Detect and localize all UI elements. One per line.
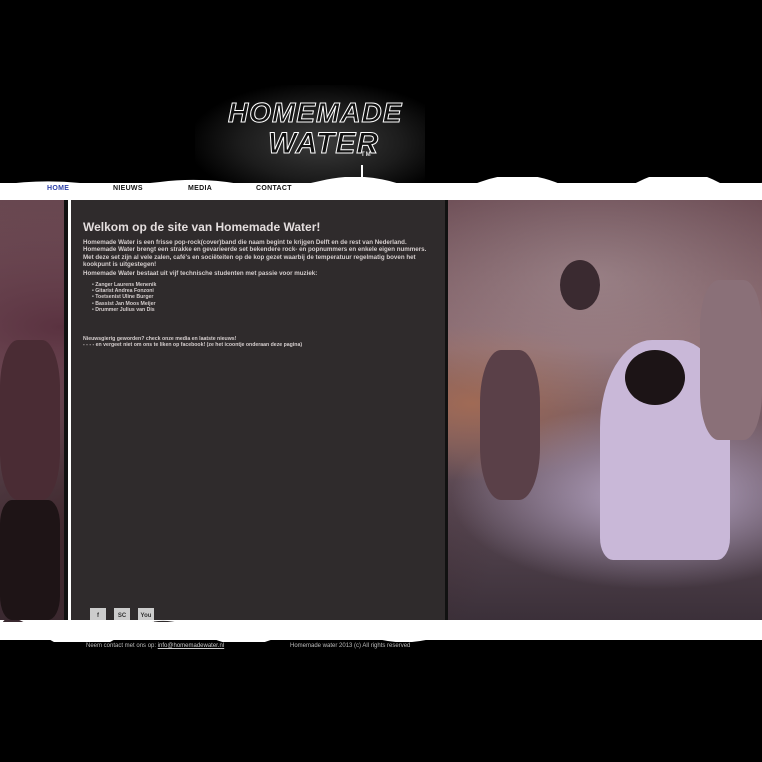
audience-silhouette [0,340,60,500]
nav-home[interactable]: HOME [47,185,69,192]
band-member-silhouette [700,280,762,440]
panel-edge-right [445,200,448,624]
guitarist-head [625,350,685,405]
nav-nieuws[interactable]: NIEUWS [113,185,143,192]
logo-line-1: HOMEMADE [227,97,403,128]
list-item: Toetsenist Uline Burger [92,294,156,300]
main-nav: HOME NIEUWS MEDIA CONTACT [0,185,762,197]
footer-contact: Neem contact met ons op: info@homemadewa… [86,643,224,649]
intro-text: Homemade Water is een frisse pop-rock(co… [83,239,427,269]
list-item: Drummer Julius van Dis [92,307,156,313]
singer-silhouette [480,350,540,500]
logo-trademark: TM [361,152,372,158]
members-intro: Homemade Water bestaat uit vijf technisc… [83,270,318,277]
bottom-band [0,620,762,642]
footer-contact-label: Neem contact met ons op: [86,643,157,649]
amplifier-silhouette [0,500,60,620]
footer-email-link[interactable]: info@homemadewater.nl [158,643,224,649]
facebook-note: - - - - en vergeet niet om ons te liken … [83,342,303,348]
nav-media[interactable]: MEDIA [188,185,212,192]
crowd-silhouette [560,260,600,310]
nav-contact[interactable]: CONTACT [256,185,292,192]
list-item: Bassist Jan Moos Meijer [92,301,156,307]
bottom-band-torn-edge [0,620,762,642]
members-list: Zanger Laurens Menenik Gitarist Andrea F… [92,282,156,313]
footer-copyright: Homemade water 2013 (c) All rights reser… [290,643,411,649]
page-title: Welkom op de site van Homemade Water! [83,220,321,234]
